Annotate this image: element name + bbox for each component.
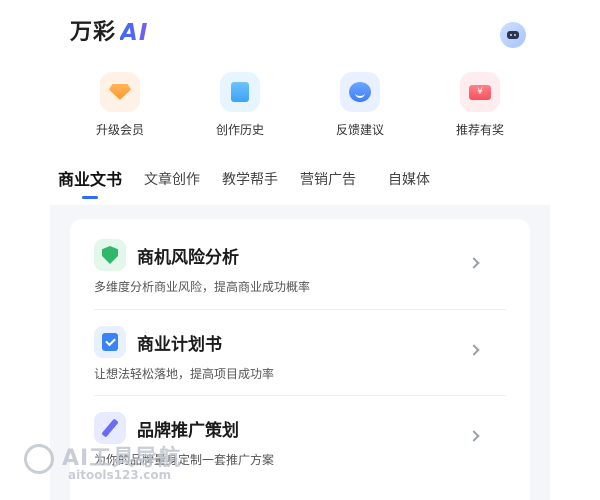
chevron-right-icon (468, 344, 480, 356)
tool-desc: 多维度分析商业风险，提高商业成功概率 (94, 280, 311, 294)
watermark-url: aitools123.com (68, 468, 172, 482)
referral-button[interactable]: ¥ 推荐有奖 (430, 72, 530, 142)
watermark-logo-icon (24, 444, 54, 474)
clipboard-check-icon (94, 326, 126, 358)
history-button[interactable]: 创作历史 (190, 72, 290, 142)
feedback-button[interactable]: 反馈建议 (310, 72, 410, 142)
upgrade-vip-button[interactable]: 升级会员 (70, 72, 170, 142)
chat-bubble-icon (340, 72, 380, 112)
tool-title: 品牌推广策划 (137, 421, 239, 441)
tab-business-docs[interactable]: 商业文书 (58, 170, 122, 190)
logo-ai-mark: AI (120, 20, 149, 46)
robot-icon (507, 31, 519, 39)
watermark: AI工具导航 aitools123.com (24, 440, 204, 490)
app-header: 万彩 AI (70, 18, 540, 50)
category-tabs: 商业文书 文章创作 教学帮手 营销广告 自媒体 (58, 170, 452, 200)
quick-label-vip: 升级会员 (95, 123, 144, 137)
tab-self-media[interactable]: 自媒体 (388, 170, 430, 190)
tool-title: 商机风险分析 (137, 248, 239, 268)
shield-icon (94, 239, 126, 271)
tool-desc: 让想法轻松落地，提高项目成功率 (94, 367, 275, 381)
quick-actions: 升级会员 创作历史 反馈建议 ¥ 推荐有奖 (70, 72, 530, 142)
book-icon (220, 72, 260, 112)
quick-label-referral: 推荐有奖 (455, 123, 504, 137)
user-avatar[interactable] (500, 22, 526, 48)
logo-text: 万彩 (70, 20, 117, 45)
quick-label-feedback: 反馈建议 (335, 123, 384, 137)
diamond-icon (100, 72, 140, 112)
chevron-right-icon (468, 430, 480, 442)
tab-teaching-assistant[interactable]: 教学帮手 (222, 170, 278, 190)
tool-row-business-plan[interactable]: 商业计划书 让想法轻松落地，提高项目成功率 (94, 309, 506, 395)
tab-article-writing[interactable]: 文章创作 (144, 170, 200, 190)
chevron-right-icon (468, 257, 480, 269)
app-logo: 万彩 AI (70, 18, 148, 48)
tool-title: 商业计划书 (137, 335, 222, 355)
tab-marketing-ads[interactable]: 营销广告 (300, 170, 356, 190)
tool-row-risk-analysis[interactable]: 商机风险分析 多维度分析商业风险，提高商业成功概率 (94, 223, 506, 309)
quick-label-history: 创作历史 (215, 123, 264, 137)
ticket-icon: ¥ (460, 72, 500, 112)
